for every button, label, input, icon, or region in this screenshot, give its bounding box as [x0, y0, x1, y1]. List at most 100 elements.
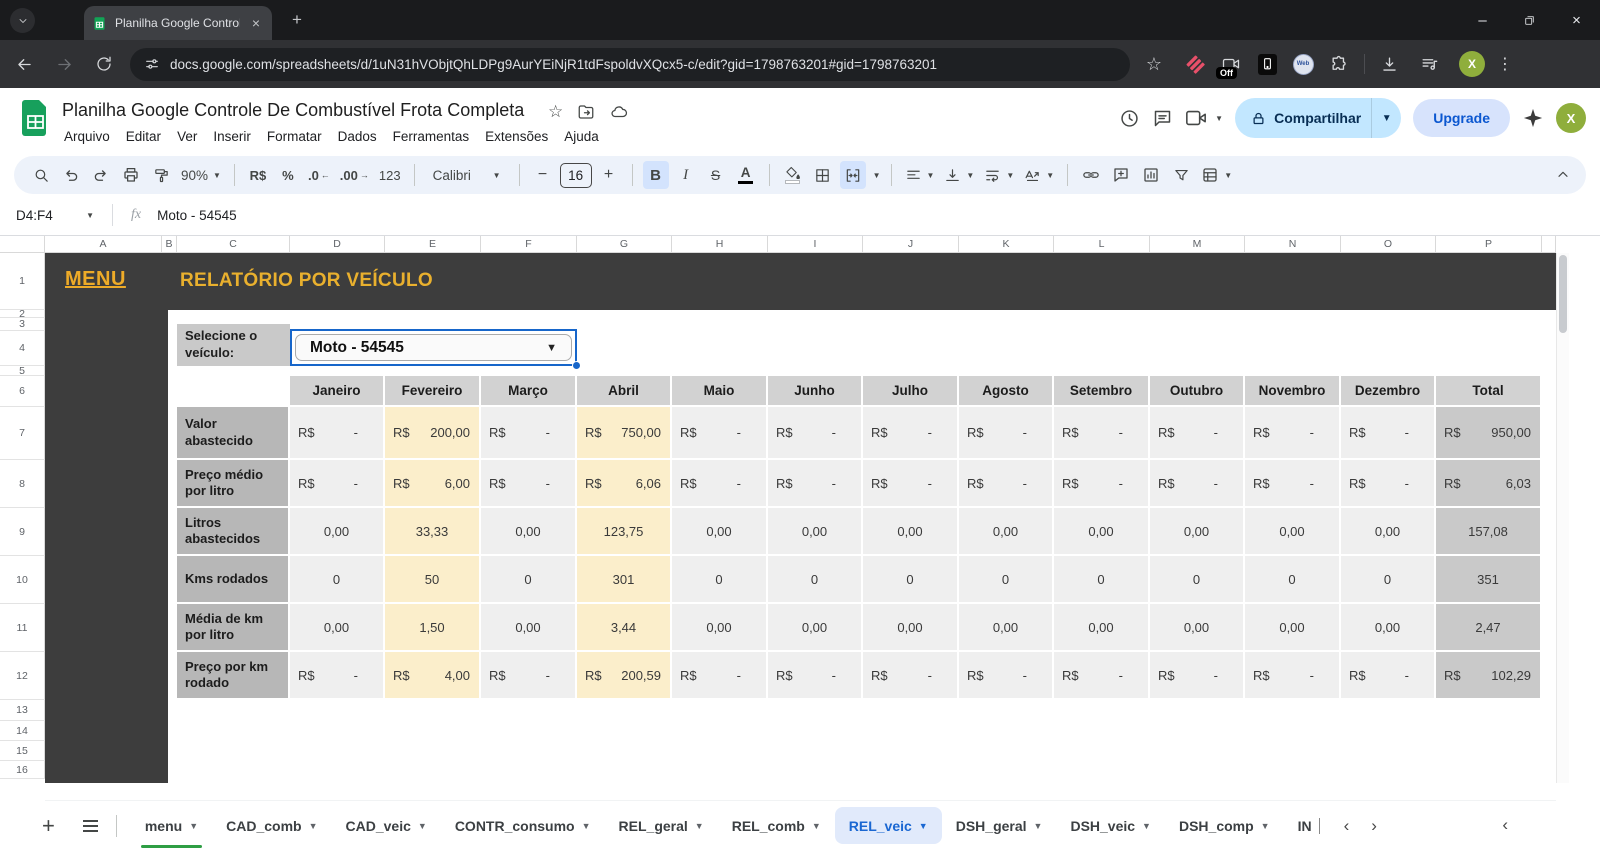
- data-cell[interactable]: R$ -: [1341, 460, 1436, 508]
- data-cell[interactable]: 123,75: [577, 508, 672, 556]
- sheet-tab-rel_veic[interactable]: REL_veic ▼: [834, 807, 942, 844]
- print-button[interactable]: [118, 161, 144, 189]
- url-text[interactable]: docs.google.com/spreadsheets/d/1uN31hVOb…: [170, 57, 937, 72]
- data-cell[interactable]: R$ -: [1054, 652, 1150, 700]
- menu-ferramentas[interactable]: Ferramentas: [385, 126, 478, 147]
- column-header-j[interactable]: J: [863, 236, 959, 253]
- menu-dados[interactable]: Dados: [330, 126, 385, 147]
- format-percent-button[interactable]: %: [275, 161, 301, 189]
- data-cell[interactable]: 0,00: [1054, 604, 1150, 652]
- data-cell[interactable]: 0,00: [1341, 604, 1436, 652]
- create-filter-button[interactable]: [1168, 161, 1194, 189]
- column-header-corner[interactable]: [1542, 236, 1556, 253]
- window-restore-button[interactable]: [1506, 0, 1553, 40]
- data-cell[interactable]: R$ -: [1150, 460, 1245, 508]
- tab-search-button[interactable]: [10, 8, 35, 33]
- data-cell[interactable]: 0,00: [1150, 604, 1245, 652]
- tabs-scroll-right-icon[interactable]: ›: [1371, 816, 1377, 836]
- strikethrough-button[interactable]: S: [703, 161, 729, 189]
- increase-font-size-button[interactable]: +: [596, 161, 622, 189]
- column-header-a[interactable]: A: [45, 236, 162, 253]
- sheets-logo-icon[interactable]: [22, 100, 49, 136]
- column-header-m[interactable]: M: [1150, 236, 1245, 253]
- data-cell[interactable]: 0,00: [1245, 508, 1341, 556]
- more-formats-button[interactable]: 123: [376, 161, 404, 189]
- data-cell[interactable]: 0,00: [1150, 508, 1245, 556]
- fill-color-button[interactable]: [780, 161, 806, 189]
- column-header-b[interactable]: B: [162, 236, 177, 253]
- data-cell[interactable]: 0,00: [1245, 604, 1341, 652]
- data-cell[interactable]: 0,00: [863, 508, 959, 556]
- data-cell[interactable]: R$ -: [1054, 407, 1150, 460]
- add-sheet-button[interactable]: +: [42, 813, 55, 839]
- data-cell[interactable]: R$ -: [290, 407, 385, 460]
- horizontal-align-button[interactable]: ▼: [902, 161, 938, 189]
- data-cell[interactable]: 0: [1054, 556, 1150, 604]
- zoom-select[interactable]: 90% ▼: [178, 161, 224, 189]
- decrease-decimal-button[interactable]: .0 ←: [305, 161, 333, 189]
- data-cell[interactable]: R$ -: [768, 407, 863, 460]
- sheet-tab-rel_comb[interactable]: REL_comb ▼: [718, 801, 835, 850]
- reload-button[interactable]: [88, 48, 120, 80]
- data-cell[interactable]: R$ -: [959, 652, 1054, 700]
- font-size-input[interactable]: 16: [559, 162, 592, 188]
- row-header-5[interactable]: 5: [0, 366, 45, 376]
- data-cell[interactable]: 0,00: [1054, 508, 1150, 556]
- row-header-10[interactable]: 10: [0, 556, 45, 604]
- document-title[interactable]: Planilha Google Controle De Combustível …: [62, 100, 524, 121]
- site-settings-icon[interactable]: [144, 56, 160, 72]
- column-header-k[interactable]: K: [959, 236, 1054, 253]
- data-cell[interactable]: 0: [1341, 556, 1436, 604]
- row-header-8[interactable]: 8: [0, 460, 45, 508]
- window-minimize-button[interactable]: –: [1459, 0, 1506, 40]
- row-header-14[interactable]: 14: [0, 721, 45, 741]
- share-button[interactable]: Compartilhar ▼: [1235, 98, 1402, 138]
- data-cell[interactable]: 0,00: [672, 604, 768, 652]
- name-box[interactable]: D4:F4 ▼: [0, 208, 104, 223]
- data-cell[interactable]: R$ -: [672, 460, 768, 508]
- tabs-scroll-left-icon[interactable]: ‹: [1344, 816, 1350, 836]
- data-cell[interactable]: 33,33: [385, 508, 481, 556]
- menu-ver[interactable]: Ver: [169, 126, 205, 147]
- format-currency-button[interactable]: R$: [245, 161, 271, 189]
- data-cell[interactable]: R$ 200,59: [577, 652, 672, 700]
- increase-decimal-button[interactable]: .00 →: [337, 161, 372, 189]
- downloads-button[interactable]: [1373, 48, 1405, 80]
- column-header-corner[interactable]: [0, 236, 45, 253]
- paint-format-button[interactable]: [148, 161, 174, 189]
- data-cell[interactable]: R$ -: [863, 407, 959, 460]
- column-header-h[interactable]: H: [672, 236, 768, 253]
- browser-tab[interactable]: Planilha Google Controle De Co ×: [84, 6, 272, 40]
- cloud-status-icon[interactable]: [609, 103, 629, 121]
- data-cell[interactable]: 0: [1245, 556, 1341, 604]
- data-cell[interactable]: 0: [1150, 556, 1245, 604]
- data-cell[interactable]: R$ -: [672, 652, 768, 700]
- data-cell[interactable]: R$ 750,00: [577, 407, 672, 460]
- data-cell[interactable]: R$ -: [863, 460, 959, 508]
- row-header-6[interactable]: 6: [0, 376, 45, 407]
- extension-web-icon[interactable]: Web: [1292, 53, 1314, 75]
- upgrade-button[interactable]: Upgrade: [1413, 99, 1510, 137]
- font-select[interactable]: Calibri ▼: [425, 161, 509, 189]
- menu-arquivo[interactable]: Arquivo: [56, 126, 118, 147]
- data-cell[interactable]: R$ -: [768, 460, 863, 508]
- media-playlist-button[interactable]: [1413, 48, 1445, 80]
- column-header-i[interactable]: I: [768, 236, 863, 253]
- extension-phone-icon[interactable]: [1256, 53, 1278, 75]
- row-header-2[interactable]: 2: [0, 310, 45, 318]
- column-header-n[interactable]: N: [1245, 236, 1341, 253]
- data-cell[interactable]: 0: [672, 556, 768, 604]
- column-header-e[interactable]: E: [385, 236, 481, 253]
- row-header-13[interactable]: 13: [0, 700, 45, 721]
- data-cell[interactable]: R$ -: [959, 407, 1054, 460]
- row-header-11[interactable]: 11: [0, 604, 45, 652]
- data-cell[interactable]: 0,00: [290, 604, 385, 652]
- data-cell[interactable]: 0: [481, 556, 577, 604]
- data-cell[interactable]: R$ 6,00: [385, 460, 481, 508]
- sheet-tab-contr_consumo[interactable]: CONTR_consumo ▼: [441, 801, 605, 850]
- data-cell[interactable]: 301: [577, 556, 672, 604]
- data-cell[interactable]: R$ -: [1054, 460, 1150, 508]
- chevron-down-icon[interactable]: ▼: [1034, 821, 1043, 831]
- italic-button[interactable]: I: [673, 161, 699, 189]
- browser-menu-icon[interactable]: ⋮: [1497, 54, 1513, 74]
